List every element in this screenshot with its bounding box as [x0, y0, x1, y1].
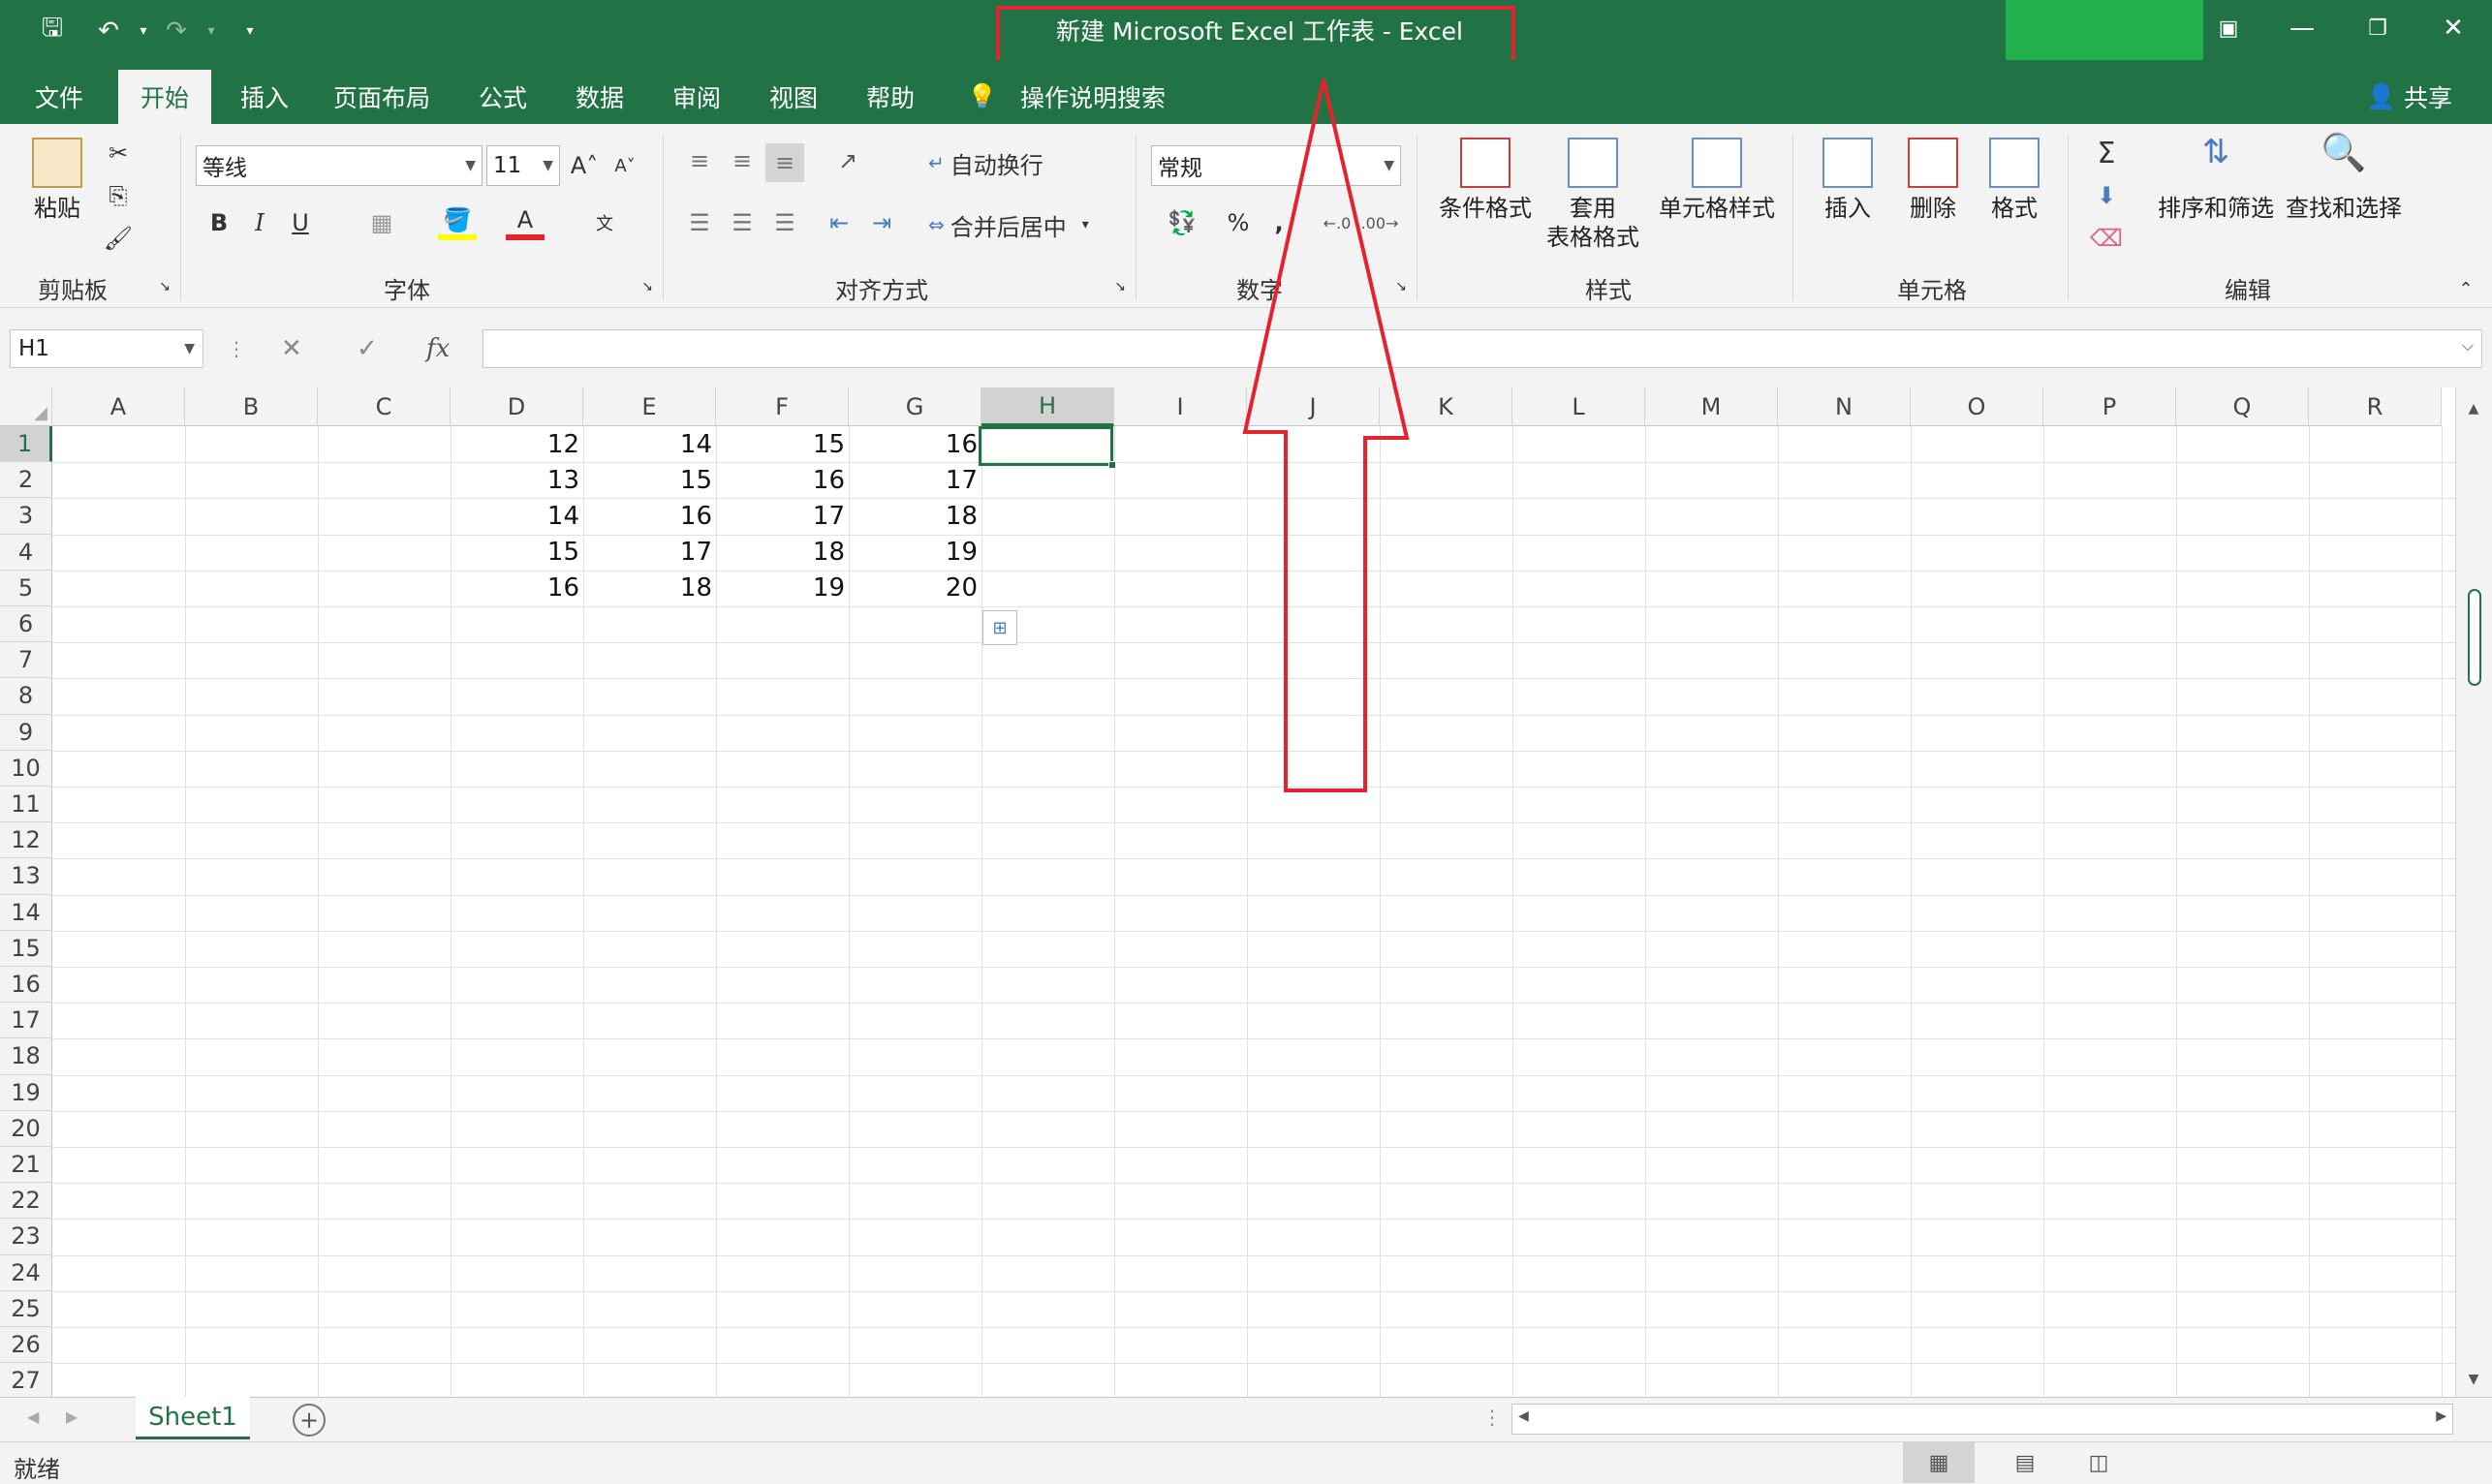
- annotation-arrow: [1242, 78, 1410, 792]
- annotation-arrow-shape: [1242, 78, 1410, 792]
